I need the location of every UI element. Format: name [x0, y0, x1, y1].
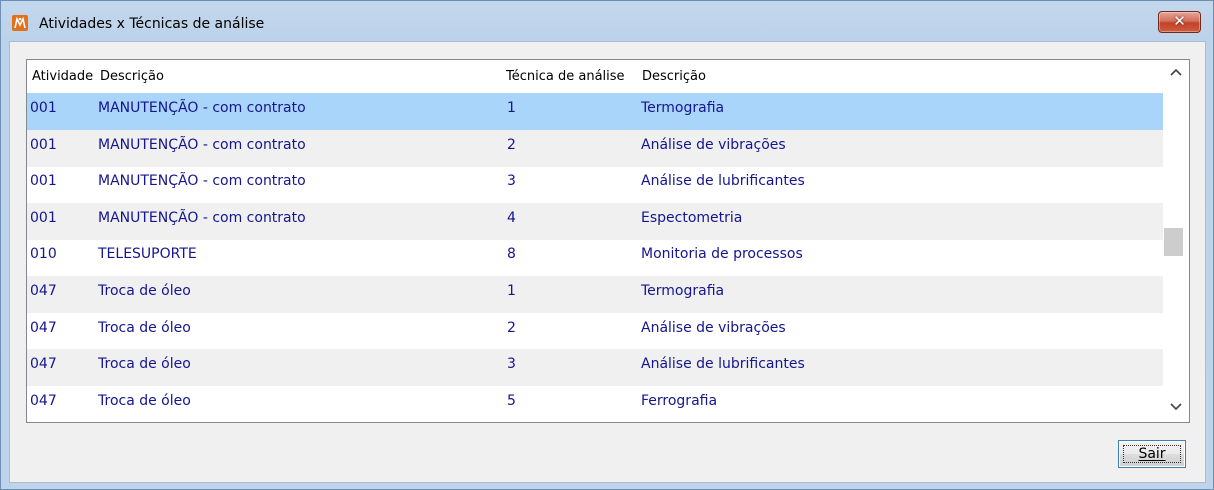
- cell-atividade: 001: [30, 209, 57, 226]
- scroll-thumb[interactable]: [1164, 228, 1183, 256]
- cell-descricao: MANUTENÇÃO - com contrato: [98, 173, 306, 190]
- cell-tecnica-descricao: Monitoria de processos: [641, 246, 803, 263]
- title-bar[interactable]: Atividades x Técnicas de análise ✕: [1, 1, 1213, 41]
- cell-tecnica-descricao: Termografia: [641, 100, 725, 116]
- cell-tecnica-descricao: Análise de vibrações: [641, 136, 786, 153]
- cell-descricao: Troca de óleo: [98, 356, 191, 373]
- cell-atividade: 001: [30, 136, 57, 153]
- cell-tecnica: 3: [507, 173, 516, 190]
- cell-tecnica: 2: [507, 319, 516, 336]
- column-header-tecnica-descricao[interactable]: Descrição: [639, 60, 1159, 93]
- activities-grid[interactable]: Atividade Descrição Técnica de análise D…: [26, 59, 1190, 423]
- cell-descricao: MANUTENÇÃO - com contrato: [98, 136, 306, 153]
- cell-descricao: Troca de óleo: [98, 392, 191, 409]
- cell-atividade: 047: [30, 283, 57, 299]
- cell-descricao: Troca de óleo: [98, 319, 191, 336]
- cell-tecnica: 4: [507, 209, 516, 226]
- cell-tecnica-descricao: Ferrografia: [641, 392, 718, 409]
- cell-tecnica-descricao: Espectometria: [641, 209, 743, 226]
- cell-tecnica-descricao: Análise de lubrificantes: [641, 356, 805, 373]
- table-row[interactable]: 047 Troca de óleo 3 Análise de lubrificante…: [27, 349, 1163, 387]
- dialog-body: Atividade Descrição Técnica de análise D…: [9, 41, 1206, 483]
- vertical-scrollbar[interactable]: [1163, 60, 1189, 422]
- table-row[interactable]: 001 MANUTENÇÃO - com contrato 1 Termografia: [27, 93, 1163, 130]
- table-row[interactable]: 047 Troca de óleo 2 Análise de vibrações: [27, 313, 1163, 350]
- cell-atividade: 047: [30, 392, 57, 409]
- cell-tecnica-descricao: Análise de vibrações: [641, 319, 786, 336]
- app-logo-icon: [12, 15, 28, 31]
- cell-descricao: MANUTENÇÃO - com contrato: [98, 209, 306, 226]
- cell-descricao: MANUTENÇÃO - com contrato: [98, 100, 306, 116]
- cell-tecnica: 1: [507, 283, 516, 299]
- cell-atividade: 047: [30, 319, 57, 336]
- table-row[interactable]: 001 MANUTENÇÃO - com contrato 3 Análise de …: [27, 166, 1163, 203]
- cell-atividade: 001: [30, 173, 57, 190]
- chevron-up-icon[interactable]: [1163, 60, 1189, 88]
- close-icon: ✕: [1173, 12, 1186, 30]
- cell-tecnica: 3: [507, 356, 516, 373]
- table-row[interactable]: 047 Troca de óleo 5 Ferrografia: [27, 386, 1163, 422]
- sair-button[interactable]: Sair: [1118, 440, 1186, 468]
- column-header-tecnica[interactable]: Técnica de análise: [503, 60, 639, 93]
- dialog-window: Atividades x Técnicas de análise ✕ Ativi…: [0, 0, 1214, 490]
- cell-tecnica: 5: [507, 392, 516, 409]
- cell-tecnica-descricao: Análise de lubrificantes: [641, 173, 805, 190]
- cell-descricao: Troca de óleo: [98, 283, 191, 299]
- table-row[interactable]: 001 MANUTENÇÃO - com contrato 4 Espectometr…: [27, 202, 1163, 240]
- cell-tecnica: 1: [507, 100, 516, 116]
- close-button[interactable]: ✕: [1158, 11, 1201, 33]
- cell-descricao: TELESUPORTE: [98, 246, 197, 263]
- column-header-atividade[interactable]: Atividade: [29, 60, 97, 93]
- grid-header: Atividade Descrição Técnica de análise D…: [27, 60, 1163, 93]
- cell-tecnica: 8: [507, 246, 516, 263]
- cell-atividade: 001: [30, 100, 57, 116]
- window-title: Atividades x Técnicas de análise: [39, 16, 265, 32]
- table-row[interactable]: 001 MANUTENÇÃO - com contrato 2 Análise de …: [27, 129, 1163, 167]
- cell-atividade: 047: [30, 356, 57, 373]
- table-row[interactable]: 047 Troca de óleo 1 Termografia: [27, 276, 1163, 313]
- cell-atividade: 010: [30, 246, 57, 263]
- table-row[interactable]: 010 TELESUPORTE 8 Monitoria de processos: [27, 239, 1163, 276]
- sair-button-label: Sair: [1138, 446, 1166, 462]
- cell-tecnica-descricao: Termografia: [641, 283, 725, 299]
- chevron-down-icon[interactable]: [1163, 394, 1189, 422]
- column-header-descricao[interactable]: Descrição: [97, 60, 503, 93]
- cell-tecnica: 2: [507, 136, 516, 153]
